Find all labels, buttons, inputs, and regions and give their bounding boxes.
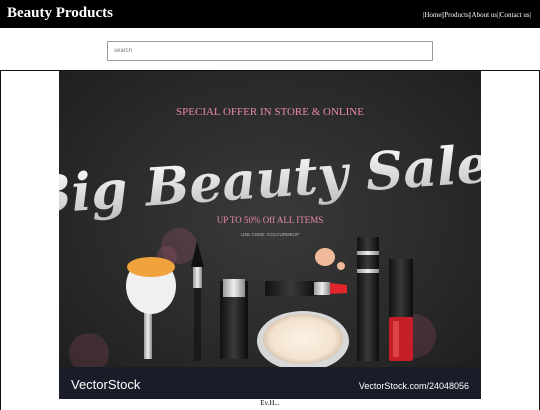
watermark-brand: VectorStock: [71, 377, 141, 392]
banner-code-text: USE CODE: COLOURMEUP: [241, 232, 299, 237]
lip-gloss-icon: [389, 259, 413, 361]
powder-compact-icon: [257, 311, 349, 371]
nav-link-home[interactable]: |Home|: [423, 11, 443, 19]
top-navigation-bar: Beauty Products |Home||Products||About u…: [0, 0, 540, 28]
search-container: [107, 39, 433, 61]
foundation-tube-icon: [220, 279, 248, 359]
image-caption: Ev.H...: [260, 399, 280, 407]
nav-link-contact-us[interactable]: |Contact us|: [498, 11, 531, 19]
nav-link-products[interactable]: |Products|: [443, 11, 470, 19]
banner-discount-text: UP TO 50% Off ALL ITEMS: [217, 215, 324, 225]
banner-offer-text: SPECIAL OFFER IN STORE & ONLINE: [176, 106, 364, 118]
mascara-icon: [357, 237, 379, 361]
nav-link-about-us[interactable]: |About us|: [470, 11, 498, 19]
site-title: Beauty Products: [7, 5, 113, 21]
search-input[interactable]: [107, 41, 433, 61]
main-nav: |Home||Products||About us||Contact us|: [423, 11, 531, 19]
sale-banner-image: SPECIAL OFFER IN STORE & ONLINE Big Beau…: [59, 71, 481, 399]
watermark-url: VectorStock.com/24048056: [359, 381, 469, 391]
